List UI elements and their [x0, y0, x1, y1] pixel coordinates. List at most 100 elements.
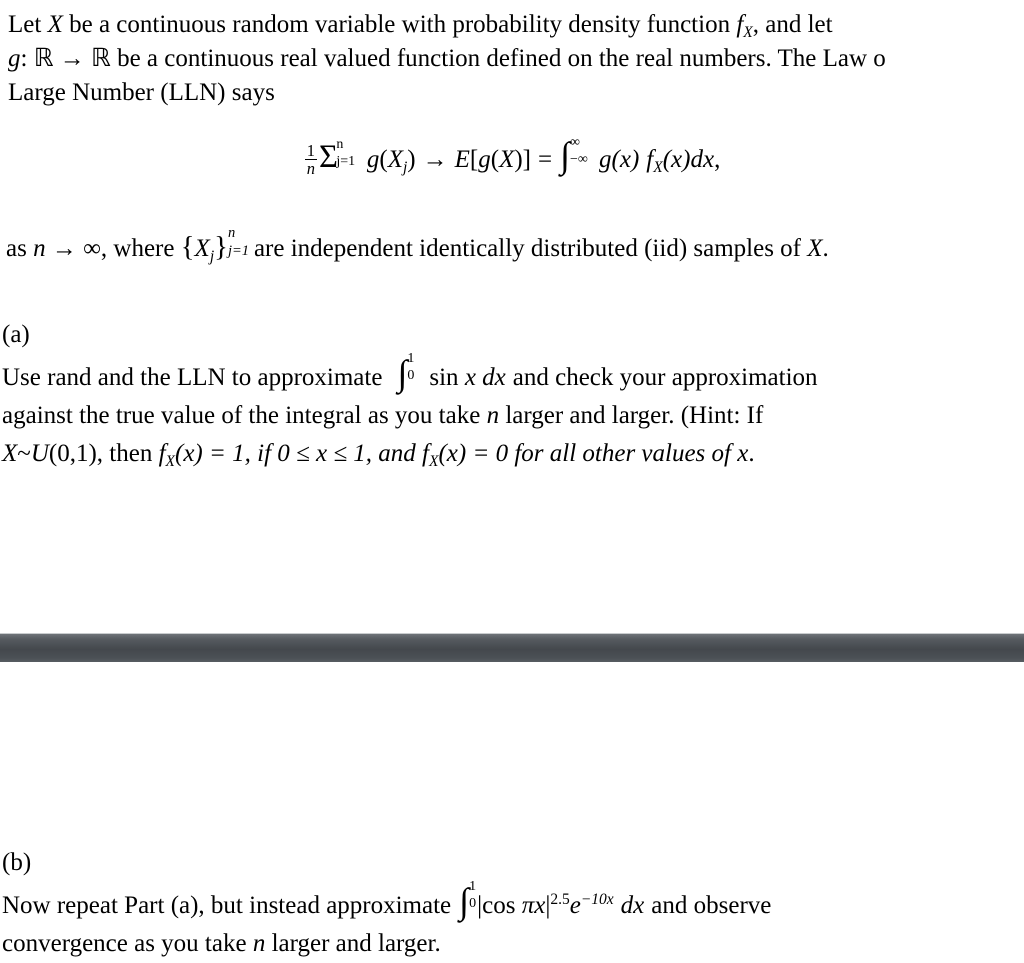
part-b-marker: (b)	[2, 849, 32, 876]
formula-paren-open-1: (	[379, 146, 388, 173]
intro-line-3: Large Number (LLN) says	[8, 79, 275, 106]
part-b-integral-lower: 0	[469, 895, 477, 911]
formula-g-1: g	[366, 146, 380, 173]
formula-paren-close-1: )	[407, 146, 416, 173]
part-a-line2-c: larger and larger. (Hint: If	[499, 402, 764, 429]
part-a-integral-upper: 1	[407, 350, 415, 366]
intro-reals-codomain: ℝ	[91, 45, 111, 72]
iid-sample-set: {Xj} n j=1	[180, 226, 249, 266]
sigma-upper-limit: n	[336, 136, 344, 152]
part-b-differential: dx	[620, 892, 645, 919]
part-a-line1-post: and check your approximation	[512, 364, 818, 391]
part-a-line-3: X~U(0,1), then fX(x) = 1, if 0 ≤ x ≤ 1, …	[2, 435, 818, 473]
part-a-line2-integral-word: integral	[285, 402, 362, 429]
part-a-marker: (a)	[2, 321, 30, 348]
fraction-numerator: 1	[304, 141, 317, 161]
iid-set-X: X	[194, 235, 210, 262]
formula-paren-close-2: )	[514, 146, 523, 173]
iid-set-X-subscript: j	[209, 248, 215, 266]
formula-converges-arrow: →	[422, 146, 448, 173]
part-a-f2: f	[422, 440, 429, 467]
part-a-line-2: against the true value of the integral a…	[2, 397, 818, 435]
formula-bracket-close: ]	[522, 146, 531, 173]
formula-g-2: g	[478, 146, 491, 173]
intro-line-2: g: ℝ → ℝ be a continuous real valued fun…	[8, 42, 886, 76]
intro-line-1: Let X be a continuous random variable wi…	[8, 8, 886, 42]
part-b-exponent: 2.5	[550, 891, 570, 909]
formula-equals: =	[537, 146, 553, 173]
summation-operator: Σn j=1	[319, 137, 355, 177]
integral-glyph: ∫	[560, 135, 571, 175]
part-b-line-1: Now repeat Part (a), but instead approxi…	[2, 879, 772, 925]
intro-paragraph: Let X be a continuous random variable wi…	[8, 8, 886, 110]
part-a-line2-b: as you take	[361, 402, 487, 429]
brace-open: {	[180, 231, 195, 263]
one-over-n-fraction: 1 n	[304, 141, 317, 179]
intro-function-g: g	[8, 45, 21, 72]
formula-X-2: X	[499, 146, 515, 173]
part-a-f1: f	[158, 440, 166, 467]
part-b-pi-x: x	[534, 892, 546, 919]
iid-n: n	[33, 235, 46, 262]
intro-line1-pre: Let	[8, 11, 48, 38]
set-lower-index: j=1	[227, 242, 250, 259]
formula-g3-argument: (x)	[611, 146, 640, 173]
intro-line2-text: be a continuous real valued function def…	[110, 45, 886, 72]
part-b-line2-b: larger and larger.	[265, 930, 441, 957]
integral-upper-limit: ∞	[570, 134, 581, 150]
problem-part-a: (a) Use rand and the LLN to approximate ∫…	[2, 316, 818, 473]
part-b-line1-post: and observe	[651, 892, 772, 919]
lln-display-formula: 1 n Σn j=1 g(Xj) → E[g(X)] = ∫ ∞ −∞ g(x) fX(x)dx,	[0, 134, 1024, 179]
part-a-integral-glyph: ∫	[397, 353, 408, 393]
iid-tail-X: X	[807, 235, 823, 262]
part-a-f2-subscript: X	[429, 453, 439, 471]
part-a-line2-a: against the true value of the	[2, 402, 286, 429]
part-b-pi: π	[521, 892, 535, 919]
part-a-then: , then	[96, 440, 159, 467]
part-a-line1-pre: Use rand and the LLN to approximate	[2, 364, 383, 391]
intro-colon: :	[20, 45, 34, 72]
expectation-E: E	[454, 146, 470, 173]
part-a-body: Use rand and the LLN to approximate ∫ 1 0 si…	[2, 351, 818, 473]
intro-maps-to-arrow: →	[53, 45, 92, 72]
part-b-line-2: convergence as you take n larger and lar…	[2, 925, 771, 963]
part-a-integral-operator: ∫ 1 0	[397, 351, 414, 397]
part-b-e-exponent: −10x	[580, 891, 614, 909]
part-a-X: X	[2, 440, 18, 467]
iid-mid: , where	[100, 235, 181, 262]
iid-sentence: as n → ∞, where {Xj} n j=1 are independent …	[6, 226, 829, 266]
iid-infinity: ∞	[83, 235, 101, 262]
part-b-line2-a: convergence as you take	[2, 930, 253, 957]
intro-line1-mid: be a continuous random variable with pro…	[62, 11, 737, 38]
formula-g-3: g	[599, 146, 612, 173]
iid-tail-pre: are independent identically distributed …	[253, 235, 808, 262]
formula-density-subscript: X	[653, 159, 663, 177]
part-a-line-1: Use rand and the LLN to approximate ∫ 1 0 si…	[2, 351, 818, 397]
formula-trailing-comma: ,	[714, 146, 721, 173]
formula-differential: dx	[690, 146, 715, 173]
dark-horizontal-bar	[0, 633, 1024, 662]
formula-X1-subscript: j	[402, 159, 408, 177]
part-b-line1-pre: Now repeat Part (a), but instead approxi…	[2, 892, 452, 919]
formula-X-1: X	[387, 146, 403, 173]
set-upper-index: n	[227, 224, 236, 241]
part-b-integral-operator: ∫ 1 0	[459, 879, 476, 925]
intro-pdf-subscript: X	[743, 24, 753, 42]
intro-line1-var-x: X	[47, 11, 63, 38]
part-a-final-x: x	[737, 440, 749, 467]
brace-close: }	[214, 231, 228, 263]
part-b-e: e	[569, 892, 581, 919]
iid-arrow: →	[45, 235, 84, 262]
part-a-integrand: sin x dx	[429, 364, 506, 391]
formula-paren-open-2: (	[490, 146, 500, 173]
part-a-uniform-U: U	[30, 440, 49, 467]
problem-part-b: (b) Now repeat Part (a), but instead app…	[2, 844, 771, 963]
part-a-eq1: (x) = 1, if 0 ≤ x ≤ 1, and	[175, 440, 423, 467]
part-a-final-period: .	[748, 440, 755, 467]
part-b-integral-upper: 1	[469, 878, 477, 894]
fraction-denominator: n	[306, 159, 315, 179]
part-b-abs-open: |cos	[477, 892, 522, 919]
part-b-body: Now repeat Part (a), but instead approxi…	[2, 879, 772, 963]
part-a-line2-n: n	[486, 402, 500, 429]
iid-tail-period: .	[822, 235, 829, 262]
